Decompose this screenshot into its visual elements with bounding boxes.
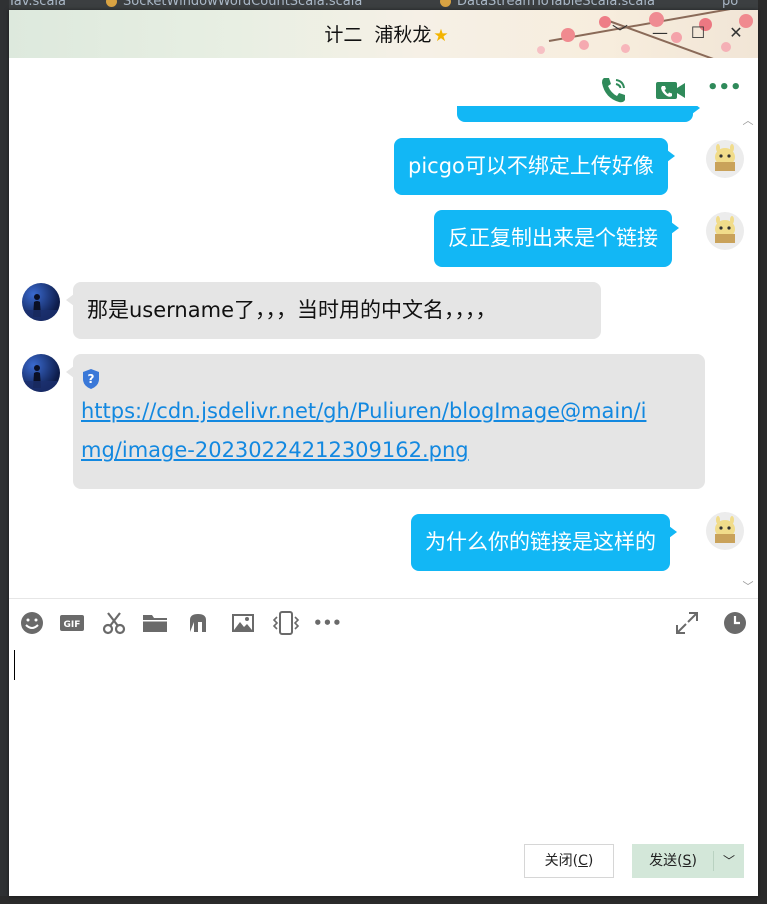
minimize-button[interactable]: — bbox=[649, 22, 671, 44]
music-note-icon bbox=[190, 614, 206, 632]
send-button[interactable]: 发送(S) ﹀ bbox=[632, 844, 744, 878]
scala-file-icon bbox=[106, 0, 117, 7]
scissors-icon bbox=[102, 612, 126, 635]
expand-input-button[interactable] bbox=[674, 610, 700, 636]
ide-bottom-edge bbox=[0, 896, 767, 904]
my-avatar[interactable] bbox=[706, 512, 744, 550]
gif-button[interactable]: GIF bbox=[59, 610, 85, 636]
contact-avatar[interactable] bbox=[22, 283, 60, 321]
emoji-button[interactable] bbox=[19, 610, 45, 636]
cartoon-avatar-icon bbox=[715, 216, 735, 243]
contact-avatar[interactable] bbox=[22, 354, 60, 392]
my-avatar[interactable] bbox=[706, 212, 744, 250]
more-icon: ••• bbox=[313, 614, 342, 632]
ide-left-gutter bbox=[0, 0, 9, 904]
scroll-down-icon[interactable]: ﹀ bbox=[742, 581, 754, 592]
shared-link[interactable]: https://cdn.jsdelivr.net/gh/Puliuren/blo… bbox=[81, 392, 697, 470]
cartoon-avatar-icon bbox=[715, 144, 735, 171]
more-tools-button[interactable]: ••• bbox=[313, 610, 343, 636]
clock-icon bbox=[724, 612, 746, 634]
shake-button[interactable] bbox=[271, 610, 301, 636]
image-button[interactable] bbox=[230, 610, 256, 636]
image-icon bbox=[232, 614, 254, 632]
ide-tab[interactable]: po bbox=[722, 0, 738, 9]
scala-file-icon bbox=[440, 0, 451, 7]
folder-icon bbox=[143, 615, 167, 632]
chat-title: 计二 浦秋龙 ★ bbox=[9, 20, 758, 47]
more-options-button[interactable]: ••• bbox=[707, 72, 742, 104]
ide-right-gutter bbox=[758, 0, 767, 904]
message-list[interactable]: ︿ picgo可以不绑定上传好像 反正复制出来是个链接 那是username了，… bbox=[9, 106, 758, 598]
svg-text:GIF: GIF bbox=[64, 620, 81, 630]
scroll-up-icon[interactable]: ︿ bbox=[742, 115, 754, 126]
ide-tab[interactable]: aTav.scala bbox=[0, 0, 66, 9]
title-bar[interactable]: 计二 浦秋龙 ★ ﹀ — ☐ ✕ bbox=[9, 10, 758, 58]
expand-icon bbox=[676, 612, 698, 634]
gif-icon: GIF bbox=[60, 615, 84, 631]
message-bubble[interactable]: 为什么你的链接是这样的 bbox=[411, 514, 677, 571]
input-toolbar: GIF ••• bbox=[9, 606, 758, 640]
silhouette-avatar-icon bbox=[22, 365, 60, 392]
star-icon: ★ bbox=[433, 26, 449, 46]
chat-window: 计二 浦秋龙 ★ ﹀ — ☐ ✕ ••• ︿ picgo可以不绑定上传好像 反正… bbox=[9, 10, 758, 896]
contact-name: 浦秋龙 bbox=[374, 24, 432, 46]
vibrate-phone-icon bbox=[272, 611, 300, 635]
more-icon: ••• bbox=[707, 77, 742, 98]
message-bubble[interactable]: picgo可以不绑定上传好像 bbox=[394, 138, 675, 195]
message-bubble[interactable]: 反正复制出来是个链接 bbox=[434, 210, 679, 267]
send-label: 发送(S) bbox=[649, 853, 697, 869]
phone-icon bbox=[602, 78, 625, 103]
cartoon-avatar-icon bbox=[715, 516, 735, 543]
voice-call-button[interactable] bbox=[597, 74, 631, 106]
shield-question-icon: ? bbox=[83, 369, 99, 389]
close-window-button[interactable]: ✕ bbox=[725, 22, 747, 44]
close-icon: ✕ bbox=[729, 23, 743, 42]
chevron-down-icon: ﹀ bbox=[722, 854, 735, 868]
screenshot-button[interactable] bbox=[101, 610, 127, 636]
input-divider bbox=[9, 598, 758, 599]
file-button[interactable] bbox=[142, 610, 168, 636]
ide-tab[interactable]: DataStreamToTableScala.scala bbox=[440, 0, 655, 9]
history-button[interactable] bbox=[722, 610, 748, 636]
message-input[interactable] bbox=[9, 642, 758, 832]
send-options-button[interactable]: ﹀ bbox=[715, 845, 743, 877]
video-icon bbox=[656, 82, 685, 99]
emoji-icon bbox=[21, 612, 43, 634]
collapse-button[interactable]: ﹀ bbox=[609, 22, 631, 44]
message-bubble-link[interactable]: ? https://cdn.jsdelivr.net/gh/Puliuren/b… bbox=[66, 354, 705, 489]
svg-text:?: ? bbox=[88, 372, 95, 386]
maximize-icon: ☐ bbox=[690, 23, 706, 42]
silhouette-avatar-icon bbox=[22, 294, 60, 321]
group-name: 计二 bbox=[324, 24, 363, 46]
maximize-button[interactable]: ☐ bbox=[687, 22, 709, 44]
close-chat-button[interactable]: 关闭(C) bbox=[524, 844, 614, 878]
message-bubble-partial bbox=[457, 106, 700, 122]
minimize-icon: — bbox=[652, 23, 668, 42]
music-button[interactable] bbox=[185, 610, 211, 636]
ide-tab[interactable]: SocketWindowWordCountScala.scala bbox=[106, 0, 362, 9]
send-divider bbox=[713, 851, 714, 871]
video-call-button[interactable] bbox=[653, 74, 687, 106]
my-avatar[interactable] bbox=[706, 140, 744, 178]
text-caret bbox=[14, 650, 15, 680]
link-security-badge: ? bbox=[81, 364, 697, 392]
message-bubble[interactable]: 那是username了，，，当时用的中文名，，，， bbox=[66, 282, 601, 339]
chevron-down-icon: ﹀ bbox=[611, 23, 628, 42]
